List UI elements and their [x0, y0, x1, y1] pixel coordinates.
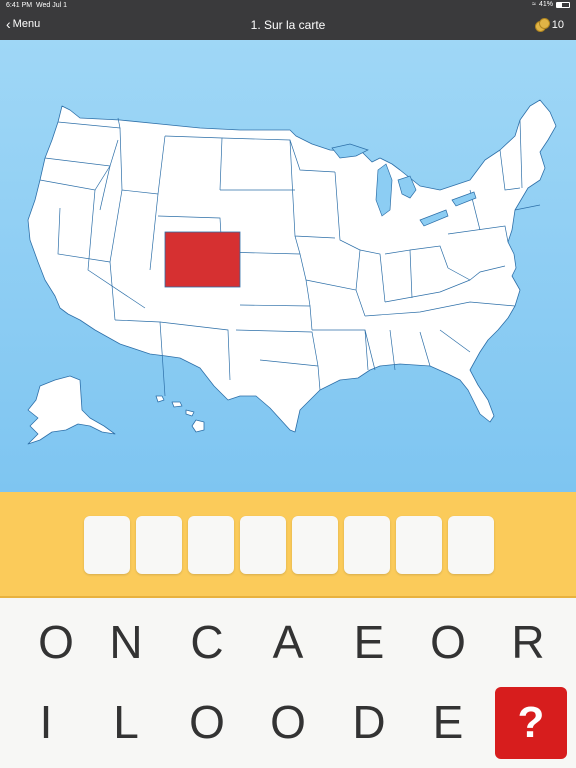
battery-icon — [556, 1, 570, 8]
coins-icon — [534, 18, 550, 32]
letter-key[interactable]: O — [258, 692, 318, 752]
letter-key[interactable]: I — [16, 692, 76, 752]
help-button[interactable]: ? — [495, 687, 567, 759]
page-title: 1. Sur la carte — [250, 18, 326, 32]
contiguous-us-shape — [27, 99, 557, 433]
answer-slot[interactable] — [448, 516, 494, 574]
alaska-shape — [27, 375, 116, 445]
letter-key[interactable]: N — [96, 612, 156, 672]
answer-slot[interactable] — [396, 516, 442, 574]
answer-slot[interactable] — [84, 516, 130, 574]
status-right: ≈ 41% — [532, 1, 570, 8]
letter-key[interactable]: O — [26, 612, 86, 672]
answer-slot[interactable] — [136, 516, 182, 574]
letter-key[interactable]: C — [177, 612, 237, 672]
status-time: 6:41 PM — [6, 2, 33, 9]
letter-keyboard: O N C A E O R I L O O D E ? — [0, 600, 576, 768]
letter-key[interactable]: E — [418, 692, 478, 752]
answer-slot[interactable] — [188, 516, 234, 574]
colorado-highlight[interactable] — [164, 231, 241, 288]
status-bar: 6:41 PM Wed Jul 1 ≈ 41% — [0, 0, 576, 12]
nav-bar: ‹ Menu 1. Sur la carte 10 — [0, 12, 576, 40]
letter-key[interactable]: E — [339, 612, 399, 672]
wifi-icon: ≈ — [532, 1, 536, 8]
coin-counter[interactable]: 10 — [534, 18, 564, 32]
answer-slot[interactable] — [240, 516, 286, 574]
answer-slot[interactable] — [292, 516, 338, 574]
us-map-svg — [27, 99, 557, 445]
answer-band — [0, 492, 576, 598]
top-bar: 6:41 PM Wed Jul 1 ≈ 41% ‹ Menu 1. Sur la… — [0, 0, 576, 40]
letter-key[interactable]: O — [418, 612, 478, 672]
letter-key[interactable]: D — [339, 692, 399, 752]
answer-slots — [84, 516, 494, 574]
letter-key[interactable]: L — [96, 692, 156, 752]
battery-percent: 41% — [538, 1, 553, 8]
answer-slot[interactable] — [344, 516, 390, 574]
letter-key[interactable]: R — [498, 612, 558, 672]
hawaii-shape — [155, 395, 205, 433]
status-date: Wed Jul 1 — [36, 2, 67, 9]
coin-count: 10 — [551, 18, 564, 31]
letter-key[interactable]: O — [177, 692, 237, 752]
us-map — [0, 40, 576, 492]
letter-key[interactable]: A — [258, 612, 318, 672]
